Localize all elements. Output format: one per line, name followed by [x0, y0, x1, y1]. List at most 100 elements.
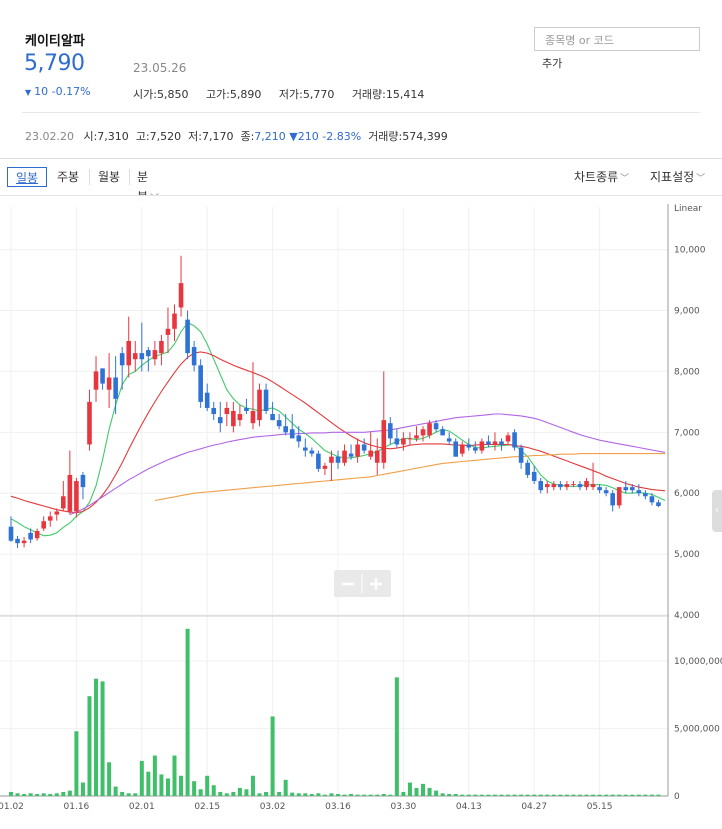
divider — [22, 112, 700, 113]
volume-bar — [283, 779, 288, 796]
volume-tick-label: 0 — [674, 792, 680, 802]
candle-body — [178, 283, 184, 308]
volume-bar — [257, 793, 262, 796]
candle-body — [361, 444, 367, 451]
volume-bar — [551, 794, 556, 796]
volume-bar — [434, 790, 439, 796]
candle-body — [283, 426, 288, 433]
candle-body — [41, 521, 46, 529]
candle-body — [74, 481, 79, 512]
volume-bar — [447, 793, 452, 796]
candle-body — [374, 450, 380, 463]
volume-bar — [362, 794, 367, 796]
candle-body — [165, 328, 171, 335]
volume-bar — [48, 793, 53, 796]
volume-bar — [466, 794, 471, 796]
side-panel-toggle[interactable]: ‹ — [712, 490, 722, 532]
readout-low: 저:7,170 — [188, 130, 234, 143]
candle-body — [616, 487, 622, 506]
x-tick-label: 05.15 — [587, 802, 613, 812]
candle-body — [132, 353, 138, 360]
volume-bar — [61, 791, 66, 796]
stock-info-panel: 케이티알파 5,790 23.05.26 ▼ 10 -0.17% 시가:5,850… — [0, 0, 722, 160]
candle-body — [191, 347, 197, 366]
volume-bar — [375, 794, 380, 796]
candle-body — [47, 516, 53, 521]
x-tick-label: 02.15 — [194, 802, 220, 812]
divider — [0, 158, 722, 159]
candle-body — [204, 392, 210, 408]
candle-body — [401, 438, 406, 445]
volume-bar — [486, 794, 491, 796]
tab-daily[interactable]: 일봉 — [7, 167, 47, 187]
volume-bar — [401, 791, 406, 796]
volume-bar — [67, 790, 72, 796]
volume-bar — [94, 678, 99, 796]
x-tick-label: 04.13 — [456, 802, 482, 812]
volume-bar — [649, 794, 654, 796]
volume-bar — [597, 794, 602, 796]
candle-body — [433, 423, 439, 430]
stock-chart[interactable]: 4,000 5,000 6,000 7,000 8,000 9,000 10,000 Line… — [0, 196, 722, 829]
candle-body — [217, 417, 223, 424]
candle-body — [185, 319, 190, 354]
volume-bar — [192, 781, 197, 796]
price-tick-label: 8,000 — [674, 367, 700, 377]
readout-high: 고:7,520 — [135, 130, 182, 143]
volume-bar — [381, 793, 386, 796]
candle-body — [427, 423, 432, 436]
volume-bar — [250, 775, 255, 796]
volume-bar — [231, 791, 236, 796]
volume-bar — [538, 794, 543, 796]
candle-body — [8, 526, 14, 541]
x-tick-label: 03.02 — [260, 802, 286, 812]
volume-bar — [290, 792, 295, 796]
candle-body — [590, 484, 596, 488]
volume-bar — [133, 793, 138, 796]
readout-date: 23.02.20 — [25, 130, 74, 143]
chevron-down-icon: ﹀ — [620, 174, 630, 184]
candle-body — [388, 423, 393, 439]
candle-body — [571, 484, 576, 486]
volume-bar — [349, 793, 354, 796]
volume-bar — [532, 794, 537, 796]
volume-bar — [87, 696, 92, 796]
high-price: 고가:5,890 — [205, 88, 262, 101]
candle-body — [289, 429, 295, 439]
chart-background — [0, 196, 722, 829]
candle-body — [525, 462, 530, 475]
candle-body — [100, 368, 105, 384]
candle-body — [54, 511, 60, 515]
volume-bar — [316, 793, 321, 796]
chevron-down-icon: ﹀ — [696, 174, 706, 184]
tab-weekly[interactable]: 주봉 — [48, 167, 88, 187]
candle-body — [381, 420, 387, 463]
volume-bar — [309, 793, 314, 796]
tab-minute[interactable]: 분봉﹀ — [131, 167, 167, 204]
volume-bar — [41, 793, 46, 796]
volume-bar — [407, 782, 412, 796]
volume-bar — [394, 677, 399, 796]
tab-monthly[interactable]: 월봉 — [90, 167, 128, 187]
price-change: ▼ 10 -0.17% — [25, 85, 91, 98]
price-tick-label: 6,000 — [674, 489, 700, 499]
candle-body — [296, 435, 302, 442]
volume-bar — [270, 716, 275, 796]
price-date: 23.05.26 — [133, 61, 187, 75]
volume-bar — [205, 775, 210, 796]
candle-body — [126, 340, 132, 366]
search-input[interactable]: 종목명 or 코드 — [534, 27, 700, 51]
chart-type-label: 차트종류 — [574, 170, 619, 184]
candle-body — [67, 474, 73, 512]
add-button[interactable]: 추가 — [542, 55, 562, 71]
volume-bar — [427, 787, 432, 796]
candle-body — [263, 389, 269, 411]
price-tick-label: 7,000 — [674, 428, 700, 438]
chart-type-menu[interactable]: 차트종류 ﹀ — [574, 167, 629, 189]
candle-body — [394, 438, 400, 445]
x-tick-label: 02.01 — [129, 802, 155, 812]
candle-body — [564, 484, 570, 488]
candle-body — [231, 411, 236, 427]
indicator-settings-menu[interactable]: 지표설정 ﹀ — [650, 167, 705, 189]
readout-close-label: 종: — [240, 130, 255, 143]
